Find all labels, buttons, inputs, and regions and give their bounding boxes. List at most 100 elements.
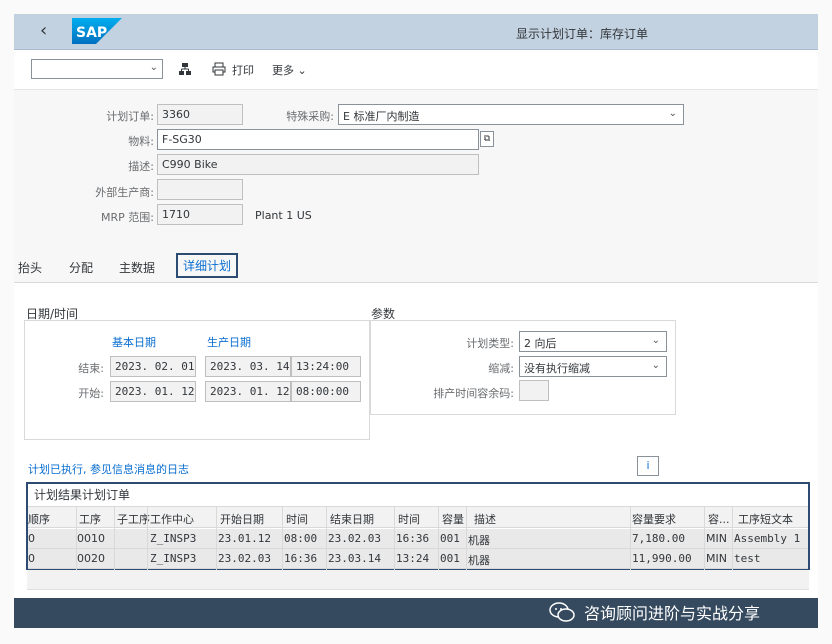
cell-workcenter: Z_INSP3 [150,532,197,545]
chevron-down-icon: ⌄ [668,108,677,119]
cell-end-date: 23.02.03 [328,532,381,545]
sched-type-value: 2 向后 [524,337,557,350]
cell-op-text: Assembly 1 [734,532,801,545]
log-link[interactable]: 计划已执行, 参见信息消息的日志 [28,461,189,477]
cell-seq: 0 [28,552,35,565]
table-empty-row [27,570,809,590]
float-field[interactable] [519,380,549,401]
cell-capacity: 001 [440,552,460,565]
mrp-text: Plant 1 US [255,209,312,222]
col-end-time[interactable]: 时间 [398,511,420,527]
col-unit[interactable]: 容... [708,511,732,527]
sap-logo-text: SAP [76,25,107,41]
table-row[interactable]: 0 0010 Z_INSP3 23.01.12 08:00 23.02.03 1… [28,529,808,549]
cell-description: 机器 [468,554,490,567]
end-prod-date[interactable]: 2023. 03. 14 [205,356,291,377]
column-divider [147,506,148,570]
cell-op: 0020 [77,552,105,565]
end-time[interactable]: 13:24:00 [291,356,361,377]
mrp-field[interactable]: 1710 [157,204,243,225]
cell-unit: MIN [706,532,727,545]
plan-order-label: 计划订单: [106,110,154,123]
operations-table: 计划结果计划订单 顺序 工序 子工序 工作中心 开始日期 时间 结束日期 时间 … [26,482,810,570]
chevron-down-icon: ⌄ [651,335,660,346]
cell-start-time: 08:00 [284,532,318,545]
info-button[interactable]: i [637,456,659,476]
end-label: 结束: [78,362,104,375]
special-proc-value: E 标准厂内制造 [343,110,420,123]
mrp-label: MRP 范围: [101,211,154,224]
chevron-down-icon: ⌄ [651,360,660,371]
tab-header[interactable]: 抬头 [18,259,42,276]
reduction-label: 缩减: [488,362,514,375]
chevron-down-icon: ⌄ [297,64,307,77]
end-basic-date[interactable]: 2023. 02. 01 [110,356,196,377]
table-row[interactable]: 0 0020 Z_INSP3 23.02.03 16:36 23.03.14 1… [28,549,808,569]
special-proc-label: 特殊采购: [286,110,334,123]
dates-box [24,320,370,440]
table-title: 计划结果计划订单 [34,488,131,502]
cell-cap-req: 7,180.00 [632,532,685,545]
app-window: ‹ SAP 显示计划订单：库存订单 ⌄ 打印 更多 ⌄ 计划订单: 3360 特… [0,0,832,644]
col-op[interactable]: 工序 [79,511,101,527]
start-time[interactable]: 08:00:00 [291,381,361,402]
col-start-time[interactable]: 时间 [286,511,308,527]
col-capacity[interactable]: 容量 [442,511,464,527]
column-divider [114,506,115,570]
cell-op: 0010 [77,532,105,545]
cell-cap-req: 11,990.00 [632,552,692,565]
cell-end-time: 13:24 [396,552,430,565]
toolbar: ⌄ 打印 更多 ⌄ [14,50,818,90]
column-divider [630,506,631,570]
ext-mfr-label: 外部生产商: [95,186,154,199]
variant-select[interactable]: ⌄ [31,59,163,79]
back-button[interactable]: ‹ [40,21,60,41]
table-header-row: 顺序 工序 子工序 工作中心 开始日期 时间 结束日期 时间 容量 描述 容量要… [28,506,808,528]
basic-date-header: 基本日期 [112,336,156,349]
col-start-date[interactable]: 开始日期 [220,511,264,527]
col-workcenter[interactable]: 工作中心 [150,511,194,527]
prod-date-header: 生产日期 [207,336,251,349]
value-help-icon[interactable]: ⧉ [480,131,494,147]
col-subop[interactable]: 子工序 [117,511,150,527]
special-proc-select[interactable]: E 标准厂内制造 ⌄ [338,104,684,125]
material-field[interactable]: F-SG30 [157,129,479,150]
more-button[interactable]: 更多 ⌄ [272,62,307,78]
info-icon: i [646,459,650,472]
cell-end-time: 16:36 [396,532,430,545]
cell-start-date: 23.01.12 [218,532,271,545]
page-title: 显示计划订单：库存订单 [515,27,648,41]
column-divider [438,506,439,570]
plan-order-field[interactable]: 3360 [157,104,243,125]
cell-workcenter: Z_INSP3 [150,552,197,565]
shell-bar [14,14,818,50]
reduction-select[interactable]: 没有执行缩减 ⌄ [519,356,667,377]
column-divider [704,506,705,570]
description-field[interactable]: C990 Bike [157,154,479,175]
cell-unit: MIN [706,552,727,565]
wechat-icon [549,602,575,622]
header-form: 计划订单: 3360 特殊采购: E 标准厂内制造 ⌄ 物料: F-SG30 ⧉… [14,90,818,245]
cell-description: 机器 [468,534,490,547]
watermark-text: 咨询顾问进阶与实战分享 [584,604,761,623]
print-button[interactable]: 打印 [232,62,254,78]
col-op-text[interactable]: 工序短文本 [738,511,793,527]
tab-assignment[interactable]: 分配 [69,259,93,276]
tab-master-data[interactable]: 主数据 [119,259,155,276]
cell-op-text: test [734,552,761,565]
start-prod-date[interactable]: 2023. 01. 12 [205,381,291,402]
col-end-date[interactable]: 结束日期 [330,511,374,527]
col-description[interactable]: 描述 [474,511,496,527]
ext-mfr-field[interactable] [157,179,243,200]
hierarchy-icon[interactable] [178,62,192,76]
column-divider [76,506,77,570]
print-icon[interactable] [212,62,226,76]
cell-start-time: 16:36 [284,552,318,565]
column-divider [216,506,217,570]
col-cap-req[interactable]: 容量要求 [632,511,676,527]
cell-seq: 0 [28,532,35,545]
tab-detailed-scheduling[interactable]: 详细计划 [176,253,239,278]
col-seq[interactable]: 顺序 [28,511,50,527]
sched-type-select[interactable]: 2 向后 ⌄ [519,331,667,352]
start-basic-date[interactable]: 2023. 01. 12 [110,381,196,402]
